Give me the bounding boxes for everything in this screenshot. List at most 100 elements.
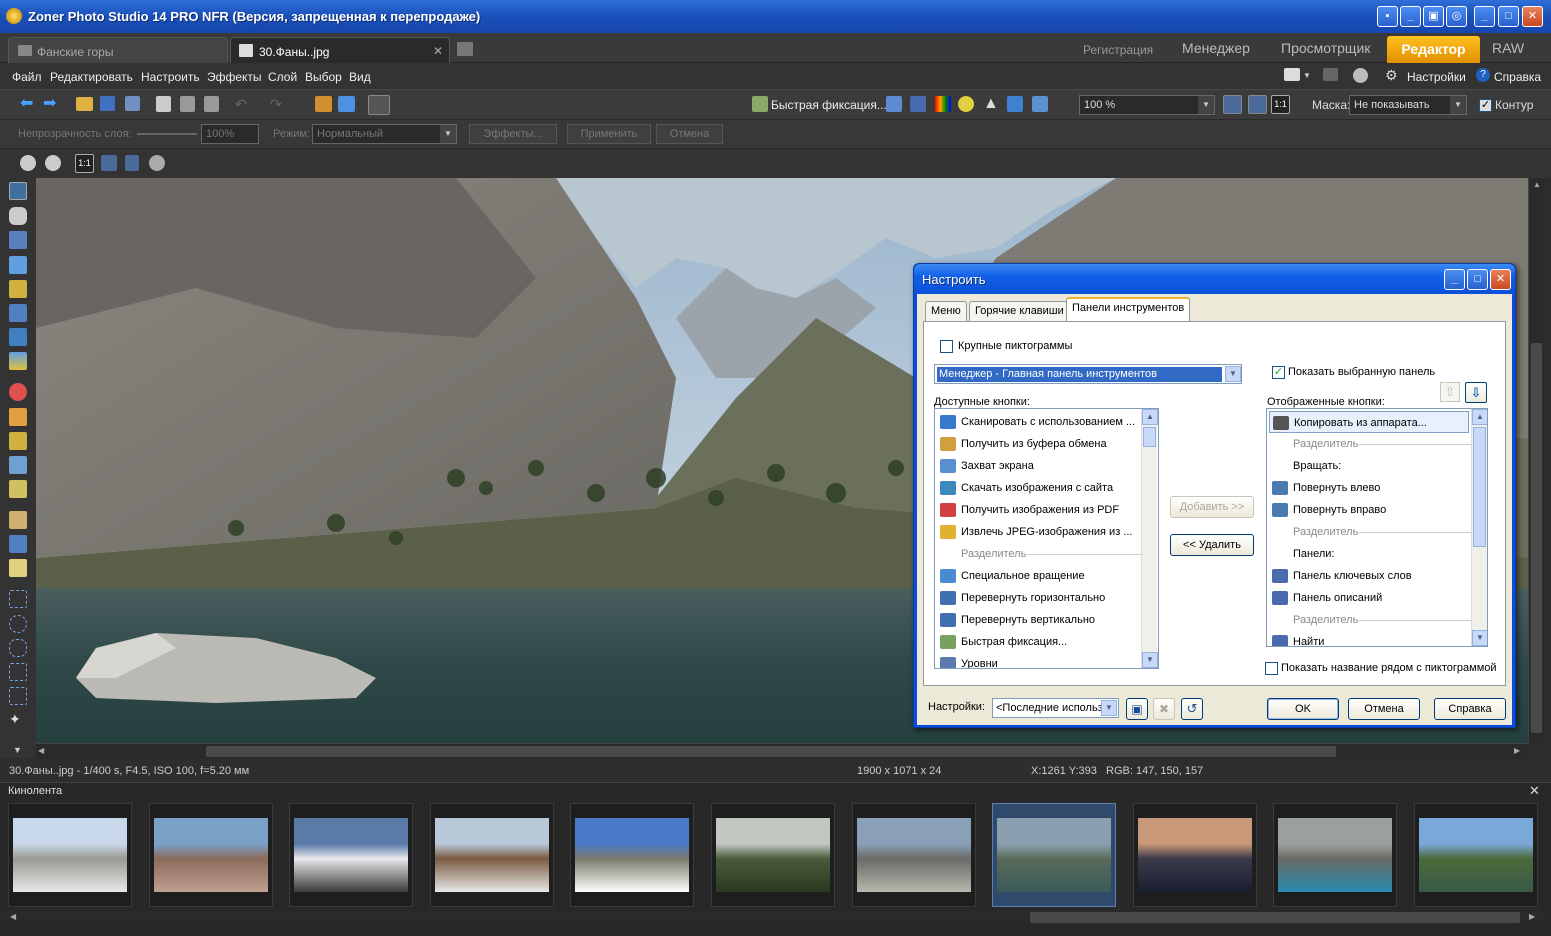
zoom-tool-icon[interactable]	[149, 155, 165, 171]
resize-icon[interactable]	[1007, 96, 1023, 112]
crop-icon[interactable]	[9, 231, 27, 249]
lasso-icon[interactable]	[9, 639, 27, 657]
zoom-in-icon[interactable]	[20, 155, 36, 171]
remove-button[interactable]: << Удалить	[1170, 534, 1254, 556]
filmstrip-thumbnail[interactable]	[429, 803, 554, 907]
filmstrip-thumbnail[interactable]	[992, 803, 1117, 907]
list-item[interactable]: Захват экрана	[937, 455, 1139, 477]
scroll-right-icon[interactable]: ▶	[1514, 746, 1520, 755]
help-link[interactable]: Справка	[1494, 70, 1541, 84]
fit-window-icon[interactable]	[101, 155, 117, 171]
scroll-up-icon[interactable]: ▲	[1142, 409, 1158, 425]
perspective-icon[interactable]	[9, 280, 27, 298]
pencil-icon[interactable]	[9, 511, 27, 529]
eraser-icon[interactable]	[9, 559, 27, 577]
back-icon[interactable]: ⬅	[20, 96, 38, 114]
list-item[interactable]: Панели:	[1269, 543, 1469, 565]
brightness-icon[interactable]	[958, 96, 974, 112]
hand-icon[interactable]	[9, 207, 27, 225]
open-icon[interactable]	[76, 97, 93, 111]
red-eye-icon[interactable]	[9, 383, 27, 401]
apply-button[interactable]: Применить	[567, 124, 651, 144]
dialog-minimize-button[interactable]: _	[1444, 269, 1465, 290]
gear-icon[interactable]: ⚙	[1385, 67, 1398, 84]
help-icon[interactable]: ?	[1476, 68, 1490, 82]
scroll-up-icon[interactable]: ▲	[1533, 180, 1541, 189]
tab-menu[interactable]: Меню	[925, 301, 967, 321]
colors-icon[interactable]	[935, 96, 951, 112]
zoom-out-icon[interactable]	[45, 155, 61, 171]
move-down-button[interactable]: ⇩	[1465, 382, 1487, 403]
tab-viewer[interactable]: Просмотрщик	[1281, 40, 1370, 56]
list-item[interactable]: Панель описаний	[1269, 587, 1469, 609]
filmstrip-scrollbar[interactable]: ◀ ▶	[0, 910, 1545, 925]
curves-icon[interactable]	[910, 96, 926, 112]
menu-view[interactable]: Вид	[349, 70, 371, 84]
dialog-maximize-button[interactable]: □	[1467, 269, 1488, 290]
close-tab-icon[interactable]: ✕	[433, 44, 443, 58]
add-button[interactable]: Добавить >>	[1170, 496, 1254, 518]
scroll-thumb-v[interactable]	[1531, 343, 1542, 733]
save-settings-icon[interactable]: ▣	[1126, 698, 1148, 720]
close-button[interactable]: ✕	[1522, 6, 1543, 27]
filmstrip-thumbnail[interactable]	[851, 803, 976, 907]
fit-height-icon[interactable]	[1248, 95, 1267, 114]
gradient-icon[interactable]	[9, 352, 27, 370]
contour-checkbox[interactable]: ✓	[1479, 99, 1492, 112]
quick-fix-icon[interactable]	[752, 96, 768, 112]
reset-settings-icon[interactable]: ↺	[1181, 698, 1203, 720]
scroll-left-icon[interactable]: ◀	[10, 912, 16, 921]
list-item[interactable]: Панель ключевых слов	[1269, 565, 1469, 587]
move-up-button[interactable]: ⇧	[1440, 382, 1460, 402]
show-selected-panel-checkbox[interactable]: ✓	[1272, 366, 1285, 379]
scroll-down-icon[interactable]: ▼	[1472, 630, 1487, 646]
tab-raw[interactable]: RAW	[1492, 40, 1524, 56]
user-icon[interactable]	[1353, 68, 1368, 83]
minimize-button[interactable]: _	[1474, 6, 1495, 27]
menu-edit[interactable]: Редактировать	[50, 70, 133, 84]
scroll-down-icon[interactable]: ▼	[1142, 652, 1158, 668]
list-item[interactable]: Перевернуть горизонтально	[937, 587, 1139, 609]
list-item[interactable]: Быстрая фиксация...	[937, 631, 1139, 653]
magnetic-select-icon[interactable]	[9, 687, 27, 705]
magic-wand-icon[interactable]: ✦	[9, 711, 27, 729]
filmstrip-thumbnail[interactable]	[1132, 803, 1257, 907]
scroll-thumb-h[interactable]	[206, 746, 1336, 757]
ok-button[interactable]: OK	[1267, 698, 1339, 720]
sharpen-icon[interactable]: ▲	[983, 96, 1001, 114]
menu-file[interactable]: Файл	[12, 70, 42, 84]
ellipse-select-icon[interactable]	[9, 615, 27, 633]
list-item[interactable]: Специальное вращение	[937, 565, 1139, 587]
poly-select-icon[interactable]	[9, 663, 27, 681]
list-separator[interactable]: Разделитель	[937, 543, 1143, 565]
close-filmstrip-icon[interactable]: ✕	[1529, 783, 1540, 799]
panel-select[interactable]: Менеджер - Главная панель инструментов ▼	[934, 364, 1242, 384]
arrange2-icon[interactable]	[338, 96, 355, 112]
filmstrip-thumbnail[interactable]	[148, 803, 273, 907]
scroll-up-icon[interactable]: ▲	[1472, 409, 1487, 425]
paste-new-icon[interactable]	[204, 96, 219, 112]
dropdown-arrow-icon[interactable]: ▼	[1303, 71, 1311, 80]
list-item[interactable]: Сканировать с использованием ...	[937, 411, 1139, 433]
opacity-input[interactable]: 100%	[201, 124, 259, 144]
restore-small-icon[interactable]: ◎	[1446, 6, 1467, 27]
new-tab-icon[interactable]	[457, 42, 473, 56]
wand-fix-icon[interactable]	[9, 456, 27, 474]
scroll-thumb-v[interactable]	[1143, 427, 1156, 447]
list-separator[interactable]: Разделитель	[1269, 433, 1473, 455]
filmstrip-thumbnail[interactable]	[289, 803, 414, 907]
delete-settings-icon[interactable]: ✖	[1153, 698, 1175, 720]
menu-layer[interactable]: Слой	[268, 70, 297, 84]
brush-fix-icon[interactable]	[9, 480, 27, 498]
horizon-icon[interactable]	[9, 256, 27, 274]
tab-toolbars[interactable]: Панели инструментов	[1066, 297, 1191, 321]
list-item[interactable]: Уровни	[937, 653, 1139, 668]
list-item[interactable]: Повернуть влево	[1269, 477, 1469, 499]
vertical-scrollbar[interactable]: ▲	[1528, 178, 1545, 743]
filmstrip-thumbnail[interactable]	[1414, 803, 1538, 907]
list-item[interactable]: Найти	[1269, 631, 1469, 646]
copy-icon[interactable]	[156, 96, 171, 112]
zoom-select[interactable]: 100 % ▼	[1079, 95, 1215, 115]
list-item[interactable]: Извлечь JPEG-изображения из ...	[937, 521, 1139, 543]
list-item[interactable]: Копировать из аппарата...	[1269, 411, 1469, 433]
